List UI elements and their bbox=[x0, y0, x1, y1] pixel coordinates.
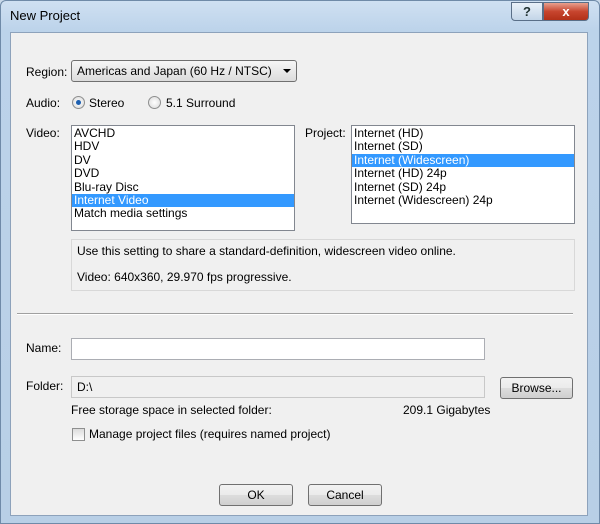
list-item[interactable]: Internet (HD) 24p bbox=[352, 166, 574, 180]
close-icon: x bbox=[562, 4, 570, 19]
help-button[interactable]: ? bbox=[511, 2, 543, 21]
divider bbox=[17, 313, 573, 315]
radio-stereo[interactable] bbox=[72, 96, 85, 109]
region-dropdown[interactable]: Americas and Japan (60 Hz / NTSC) bbox=[71, 60, 297, 82]
region-selected-value: Americas and Japan (60 Hz / NTSC) bbox=[77, 64, 272, 78]
video-listbox[interactable]: AVCHD HDV DV DVD Blu-ray Disc Internet V… bbox=[71, 125, 295, 231]
folder-field[interactable]: D:\ bbox=[71, 376, 485, 398]
list-item[interactable]: DVD bbox=[72, 166, 294, 180]
free-space-label: Free storage space in selected folder: bbox=[71, 403, 272, 417]
manage-project-files-label[interactable]: Manage project files (requires named pro… bbox=[89, 427, 330, 441]
list-item[interactable]: Blu-ray Disc bbox=[72, 180, 294, 194]
folder-field-value: D:\ bbox=[77, 380, 93, 394]
list-item[interactable]: AVCHD bbox=[72, 126, 294, 140]
chevron-down-icon bbox=[283, 69, 291, 73]
browse-button[interactable]: Browse... bbox=[500, 377, 573, 399]
list-item-selected[interactable]: Internet (Widescreen) bbox=[352, 153, 574, 168]
description-text: Use this setting to share a standard-def… bbox=[77, 244, 456, 258]
list-item[interactable]: Internet (Widescreen) 24p bbox=[352, 193, 574, 207]
dialog-window: New Project ? x Region: Americas and Jap… bbox=[0, 0, 600, 524]
list-item[interactable]: Match media settings bbox=[72, 206, 294, 220]
region-label: Region: bbox=[26, 65, 68, 79]
radio-surround[interactable] bbox=[148, 96, 161, 109]
video-label: Video: bbox=[26, 126, 60, 140]
project-label: Project: bbox=[305, 126, 346, 140]
folder-label: Folder: bbox=[26, 379, 64, 393]
project-listbox[interactable]: Internet (HD) Internet (SD) Internet (Wi… bbox=[351, 125, 575, 224]
window-title: New Project bbox=[10, 8, 81, 23]
settings-description-box: Use this setting to share a standard-def… bbox=[71, 239, 575, 291]
list-item[interactable]: HDV bbox=[72, 139, 294, 153]
list-item[interactable]: Internet (HD) bbox=[352, 126, 574, 140]
video-spec-text: Video: 640x360, 29.970 fps progressive. bbox=[77, 270, 292, 284]
name-label: Name: bbox=[26, 341, 62, 355]
list-item[interactable]: Internet (SD) bbox=[352, 139, 574, 153]
cancel-button[interactable]: Cancel bbox=[308, 484, 382, 506]
free-space-value: 209.1 Gigabytes bbox=[403, 403, 491, 417]
manage-project-files-checkbox[interactable] bbox=[72, 428, 85, 441]
list-item[interactable]: Internet (SD) 24p bbox=[352, 180, 574, 194]
ok-button[interactable]: OK bbox=[219, 484, 293, 506]
radio-surround-label[interactable]: 5.1 Surround bbox=[166, 96, 235, 110]
radio-stereo-label[interactable]: Stereo bbox=[89, 96, 124, 110]
close-button[interactable]: x bbox=[543, 2, 589, 21]
list-item-selected[interactable]: Internet Video bbox=[72, 193, 294, 208]
name-input[interactable] bbox=[71, 338, 485, 360]
audio-label: Audio: bbox=[26, 96, 61, 110]
list-item[interactable]: DV bbox=[72, 153, 294, 167]
dialog-body: Region: Americas and Japan (60 Hz / NTSC… bbox=[10, 32, 588, 516]
